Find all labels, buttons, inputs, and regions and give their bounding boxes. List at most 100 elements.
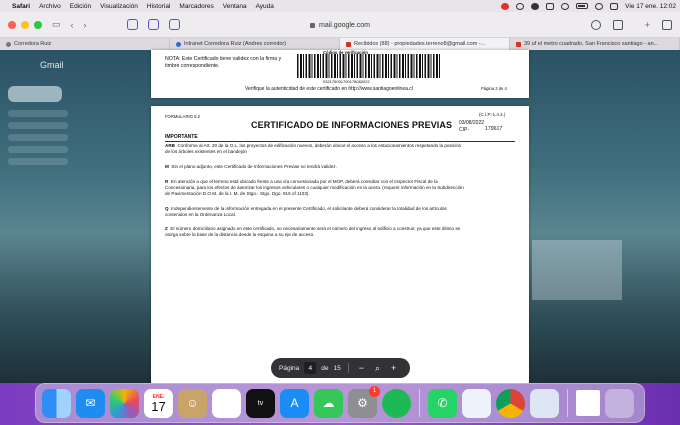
page-number-input[interactable]: 4 xyxy=(304,362,317,374)
paragraph-text: El número domiciliario asignado en este … xyxy=(165,226,461,237)
dock-photos-icon[interactable] xyxy=(110,388,139,418)
tab-san-francisco[interactable]: 39 uf el metro cuadrado, San Francisco s… xyxy=(510,38,680,50)
fan-icon[interactable] xyxy=(531,2,540,10)
menu-ayuda[interactable]: Ayuda xyxy=(256,3,274,10)
wifi-icon[interactable] xyxy=(595,2,604,10)
verification-code-number: 032176001790178082022 xyxy=(323,79,370,84)
menu-visualizacion[interactable]: Visualización xyxy=(100,3,138,10)
forward-icon[interactable]: › xyxy=(84,20,87,30)
certificate-title: CERTIFICADO DE INFORMACIONES PREVIAS xyxy=(251,120,453,130)
validity-note: NOTA: Este Certificado tiene validez con… xyxy=(165,56,282,69)
dock-calendar-icon[interactable]: ENE. 17 xyxy=(144,388,173,418)
sync-icon[interactable] xyxy=(561,2,570,10)
tab-corredora-ruiz[interactable]: Corredora Ruiz xyxy=(0,38,170,50)
page-of-label: de xyxy=(321,364,329,372)
page-total: 15 xyxy=(333,364,341,372)
downloads-icon[interactable] xyxy=(590,19,601,30)
gmail-nav-item xyxy=(8,110,68,117)
dock-apple-tv-icon[interactable]: tv xyxy=(246,388,275,418)
paragraph-text: Sin el plano adjunto, este Certificado d… xyxy=(171,164,337,169)
menu-edicion[interactable]: Edición xyxy=(70,3,91,10)
pdf-page-controls: Página 4 de 15 − ⌕ + xyxy=(271,358,410,378)
dock-app-store-icon[interactable]: A xyxy=(280,388,309,418)
gmail-nav-item xyxy=(8,122,68,129)
creative-cloud-icon[interactable] xyxy=(516,2,525,10)
menu-bar-status: Vie 17 ene. 12:02 xyxy=(501,2,676,10)
tab-overview-icon[interactable] xyxy=(662,19,672,30)
dock-divider xyxy=(567,389,568,417)
dock-finder-icon[interactable] xyxy=(42,388,71,418)
lock-icon xyxy=(310,22,316,28)
battery-icon[interactable] xyxy=(576,3,589,9)
tab-intranet[interactable]: Intranet Corredora Ruiz (Andres corredor… xyxy=(170,38,340,50)
dock-chrome-icon[interactable] xyxy=(496,388,525,418)
dock-trash-icon[interactable] xyxy=(605,388,634,418)
paragraph-m: M Sin el plano adjunto, este Certificado… xyxy=(165,164,465,170)
verification-barcode xyxy=(297,54,441,78)
dock-whatsapp-icon[interactable]: ✆ xyxy=(428,388,457,418)
dock-reminders-icon[interactable] xyxy=(212,388,241,418)
menu-bar-clock[interactable]: Vie 17 ene. 12:02 xyxy=(625,3,676,10)
zoom-icon[interactable]: ⌕ xyxy=(375,363,380,374)
new-tab-icon[interactable]: + xyxy=(645,20,650,30)
minimize-window-button[interactable] xyxy=(21,20,29,29)
zoom-out-button[interactable]: − xyxy=(359,363,364,373)
page-number-label: Página 3 de 4 xyxy=(481,86,507,91)
tab-label: Intranet Corredora Ruiz (Andres corredor… xyxy=(184,41,287,47)
menu-ventana[interactable]: Ventana xyxy=(223,3,247,10)
browser-toolbar: ▭ ‹ › mail.google.com + xyxy=(0,12,680,38)
pdf-page-current: FORMULARIO 5.2 CERTIFICADO DE INFORMACIO… xyxy=(151,106,529,389)
important-heading: IMPORTANTE xyxy=(165,134,515,142)
record-icon[interactable] xyxy=(501,2,510,10)
paragraph-tag: ARB xyxy=(165,143,175,148)
menu-app-safari[interactable]: Safari xyxy=(12,3,30,10)
gmail-logo: Gmail xyxy=(40,60,64,70)
paragraph-q: Q Independientemente de la información e… xyxy=(165,206,465,218)
zoom-in-button[interactable]: + xyxy=(391,363,396,373)
dropbox-icon[interactable] xyxy=(546,2,555,10)
back-icon[interactable]: ‹ xyxy=(71,20,74,30)
certificate-date: 03/08/2022 xyxy=(459,120,485,126)
dock-mail-icon[interactable]: ✉ xyxy=(76,388,105,418)
zoom-window-button[interactable] xyxy=(34,20,42,29)
paragraph-text: Conforme al Art. 20 de la O.L, los proye… xyxy=(165,143,462,154)
tab-gmail-recibidos[interactable]: Recibidos (88) - propiedades.terreno8@gm… xyxy=(340,38,510,50)
gmail-nav-item xyxy=(8,158,68,165)
dock-spotify-icon[interactable] xyxy=(382,388,411,418)
dock-contacts-icon[interactable]: ☺ xyxy=(178,388,207,418)
window-controls xyxy=(8,20,42,29)
menu-historial[interactable]: Historial xyxy=(147,3,170,10)
paragraph-tag: Z xyxy=(165,226,168,231)
share-icon[interactable] xyxy=(612,19,623,30)
cip-code: (C.I.P.-1.4.4.) xyxy=(479,112,506,117)
extension-privacy-icon[interactable] xyxy=(168,19,180,30)
address-bar[interactable]: mail.google.com xyxy=(220,17,460,33)
macos-menu-bar: Safari Archivo Edición Visualización His… xyxy=(0,0,680,12)
gmail-favicon-icon xyxy=(516,41,521,47)
menu-archivo[interactable]: Archivo xyxy=(39,3,61,10)
extension-bitwarden-icon[interactable] xyxy=(147,19,159,30)
gmail-attachment-preview xyxy=(532,240,622,300)
dock-recent-document-icon[interactable] xyxy=(576,390,600,416)
favicon-icon xyxy=(6,41,11,47)
gmail-nav-item xyxy=(8,146,68,153)
tab-label: Corredora Ruiz xyxy=(14,41,52,47)
dock-preview-icon[interactable] xyxy=(530,388,559,418)
dock-safari-icon[interactable] xyxy=(462,388,491,418)
tv-label: tv xyxy=(257,399,264,407)
paragraph-tag: M xyxy=(165,164,169,169)
toolbar-right-actions: + xyxy=(590,19,672,30)
pdf-page-previous: NOTA: Este Certificado tiene validez con… xyxy=(151,50,529,98)
control-center-icon[interactable] xyxy=(610,2,619,10)
sidebar-toggle-icon[interactable]: ▭ xyxy=(52,19,61,30)
cip-label: CIP- xyxy=(459,127,469,133)
close-window-button[interactable] xyxy=(8,20,16,29)
menu-marcadores[interactable]: Marcadores xyxy=(179,3,213,10)
extension-shield-icon[interactable] xyxy=(126,19,138,30)
dock-system-settings-icon[interactable]: ⚙ 1 xyxy=(348,385,380,418)
macos-dock: ✉ ENE. 17 ☺ tv A ☁ ⚙ 1 ✆ xyxy=(35,383,645,423)
tab-label: Recibidos (88) - propiedades.terreno8@gm… xyxy=(354,41,486,47)
paragraph-r: R En atención a que el terreno está ubic… xyxy=(165,179,465,197)
dock-messages-icon[interactable]: ☁ xyxy=(314,388,343,418)
favicon-icon xyxy=(176,41,181,47)
